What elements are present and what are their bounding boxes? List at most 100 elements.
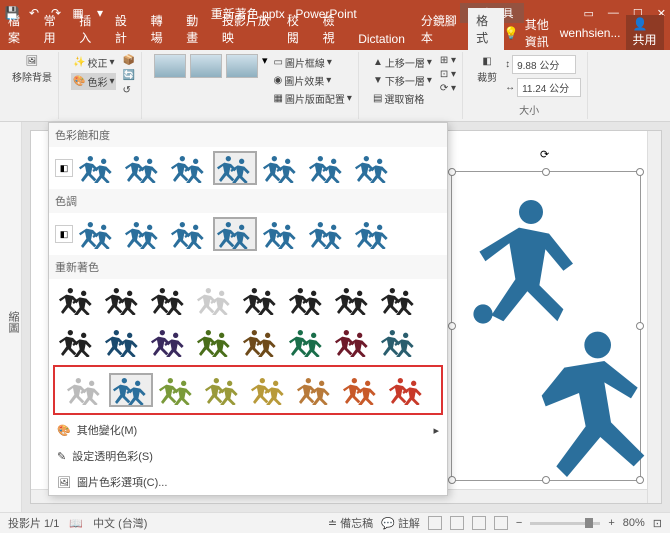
color-swatch[interactable] bbox=[259, 217, 303, 251]
color-swatch[interactable] bbox=[339, 373, 383, 407]
slide-counter[interactable]: 投影片 1/1 bbox=[8, 515, 59, 531]
rotate-icon[interactable]: ⟳ ▾ bbox=[438, 82, 458, 95]
color-swatch[interactable] bbox=[331, 283, 375, 317]
send-backward-button[interactable]: ▼ 下移一層 ▾ bbox=[371, 72, 434, 89]
color-swatch[interactable] bbox=[351, 217, 395, 251]
vertical-scrollbar[interactable] bbox=[647, 131, 661, 503]
color-swatch[interactable] bbox=[385, 373, 429, 407]
color-swatch[interactable] bbox=[155, 373, 199, 407]
tab-file[interactable]: 檔案 bbox=[0, 8, 36, 50]
color-swatch[interactable] bbox=[55, 283, 99, 317]
color-swatch[interactable] bbox=[259, 151, 303, 185]
height-input[interactable]: ↕ 9.88 公分 bbox=[503, 54, 583, 75]
color-swatch[interactable] bbox=[201, 373, 245, 407]
color-swatch[interactable] bbox=[75, 151, 119, 185]
crop-button[interactable]: ◧ 裁剪 bbox=[475, 54, 499, 86]
color-swatch[interactable] bbox=[305, 217, 349, 251]
slideshow-view-icon[interactable] bbox=[494, 516, 508, 530]
width-input[interactable]: ↔ 11.24 公分 bbox=[503, 77, 583, 98]
tone-reset-icon[interactable]: ◧ bbox=[55, 225, 73, 243]
tab-insert[interactable]: 插入 bbox=[71, 8, 107, 50]
color-swatch[interactable] bbox=[75, 217, 119, 251]
color-swatch[interactable] bbox=[213, 151, 257, 185]
sorter-view-icon[interactable] bbox=[450, 516, 464, 530]
zoom-level[interactable]: 80% bbox=[623, 517, 645, 529]
notes-button[interactable]: ≐ 備忘稿 bbox=[328, 515, 373, 531]
comments-button[interactable]: 💬 註解 bbox=[381, 515, 420, 531]
reading-view-icon[interactable] bbox=[472, 516, 486, 530]
color-swatch[interactable] bbox=[213, 217, 257, 251]
color-swatch[interactable] bbox=[351, 151, 395, 185]
tab-format[interactable]: 格式 bbox=[468, 8, 504, 50]
align-icon[interactable]: ⊞ ▾ bbox=[438, 54, 458, 67]
tab-design[interactable]: 設計 bbox=[107, 8, 143, 50]
zoom-out-icon[interactable]: − bbox=[516, 517, 522, 529]
rotate-handle-icon[interactable]: ⟳ bbox=[540, 148, 549, 161]
other-info[interactable]: 其他資訊 bbox=[525, 16, 554, 50]
language-indicator[interactable]: 中文 (台灣) bbox=[93, 515, 147, 531]
color-swatch[interactable] bbox=[101, 283, 145, 317]
tab-slideshow[interactable]: 投影片放映 bbox=[214, 8, 279, 50]
fit-window-icon[interactable]: ⊡ bbox=[653, 517, 662, 530]
color-swatch[interactable] bbox=[377, 283, 421, 317]
tab-transition[interactable]: 轉場 bbox=[143, 8, 179, 50]
color-swatch[interactable] bbox=[193, 283, 237, 317]
slide-image-player-2[interactable] bbox=[521, 321, 661, 481]
reset-picture-icon[interactable]: ↺ bbox=[120, 84, 136, 97]
thumbnail-panel-collapsed[interactable]: 縮圖 bbox=[0, 122, 22, 512]
group-icon[interactable]: ⊡ ▾ bbox=[438, 68, 458, 81]
zoom-in-icon[interactable]: + bbox=[608, 517, 614, 529]
remove-background-button[interactable]: 🖼 移除背景 bbox=[10, 54, 54, 86]
tab-anim[interactable]: 動畫 bbox=[178, 8, 214, 50]
compress-icon[interactable]: 📦 bbox=[120, 54, 136, 67]
color-swatch[interactable] bbox=[55, 325, 99, 359]
color-swatch[interactable] bbox=[285, 325, 329, 359]
color-swatch[interactable] bbox=[167, 217, 211, 251]
color-swatch[interactable] bbox=[193, 325, 237, 359]
tab-view[interactable]: 檢視 bbox=[315, 8, 351, 50]
style-preset-1[interactable] bbox=[154, 54, 186, 78]
color-swatch[interactable] bbox=[101, 325, 145, 359]
user-name[interactable]: wenhsien... bbox=[560, 26, 621, 40]
normal-view-icon[interactable] bbox=[428, 516, 442, 530]
picture-layout-button[interactable]: ▦ 圖片版面配置 ▾ bbox=[271, 90, 353, 107]
zoom-slider[interactable] bbox=[530, 522, 600, 525]
color-swatch[interactable] bbox=[109, 373, 153, 407]
color-swatch[interactable] bbox=[293, 373, 337, 407]
color-swatch[interactable] bbox=[121, 151, 165, 185]
more-variations-item[interactable]: 🎨 其他變化(M) ▸ bbox=[49, 417, 447, 443]
bring-forward-button[interactable]: ▲ 上移一層 ▾ bbox=[371, 54, 434, 71]
set-transparent-item[interactable]: ✎ 設定透明色彩(S) bbox=[49, 443, 447, 469]
style-preset-3[interactable] bbox=[226, 54, 258, 78]
color-swatch[interactable] bbox=[121, 217, 165, 251]
color-swatch[interactable] bbox=[377, 325, 421, 359]
picture-color-options-item[interactable]: 🖼 圖片色彩選項(C)... bbox=[49, 469, 447, 495]
corrections-button[interactable]: ✨ 校正 ▾ bbox=[71, 54, 116, 71]
tab-bunkyo[interactable]: 分鏡腳本 bbox=[413, 8, 468, 50]
share-button[interactable]: 👤 共用 bbox=[626, 15, 664, 50]
color-swatch[interactable] bbox=[247, 373, 291, 407]
selection-pane-button[interactable]: ▤ 選取窗格 bbox=[371, 90, 434, 107]
saturation-reset-icon[interactable]: ◧ bbox=[55, 159, 73, 177]
color-swatch[interactable] bbox=[285, 283, 329, 317]
tab-home[interactable]: 常用 bbox=[36, 8, 72, 50]
picture-border-button[interactable]: ▭ 圖片框線 ▾ bbox=[271, 54, 353, 71]
spellcheck-icon[interactable]: 📖 bbox=[69, 517, 83, 530]
slide-image-player-1[interactable] bbox=[471, 191, 591, 341]
color-swatch[interactable] bbox=[147, 283, 191, 317]
tab-dictation[interactable]: Dictation bbox=[350, 28, 413, 50]
style-preset-2[interactable] bbox=[190, 54, 222, 78]
change-picture-icon[interactable]: 🔄 bbox=[120, 69, 136, 82]
color-swatch[interactable] bbox=[63, 373, 107, 407]
tab-review[interactable]: 校閱 bbox=[279, 8, 315, 50]
styles-more-icon[interactable]: ▾ bbox=[262, 54, 268, 67]
color-button[interactable]: 🎨 色彩 ▾ bbox=[71, 73, 116, 90]
color-swatch[interactable] bbox=[305, 151, 349, 185]
color-swatch[interactable] bbox=[239, 325, 283, 359]
lightbulb-icon[interactable]: 💡 bbox=[504, 26, 519, 40]
picture-effects-button[interactable]: ◉ 圖片效果 ▾ bbox=[271, 72, 353, 89]
color-swatch[interactable] bbox=[239, 283, 283, 317]
color-swatch[interactable] bbox=[331, 325, 375, 359]
color-swatch[interactable] bbox=[167, 151, 211, 185]
color-swatch[interactable] bbox=[147, 325, 191, 359]
